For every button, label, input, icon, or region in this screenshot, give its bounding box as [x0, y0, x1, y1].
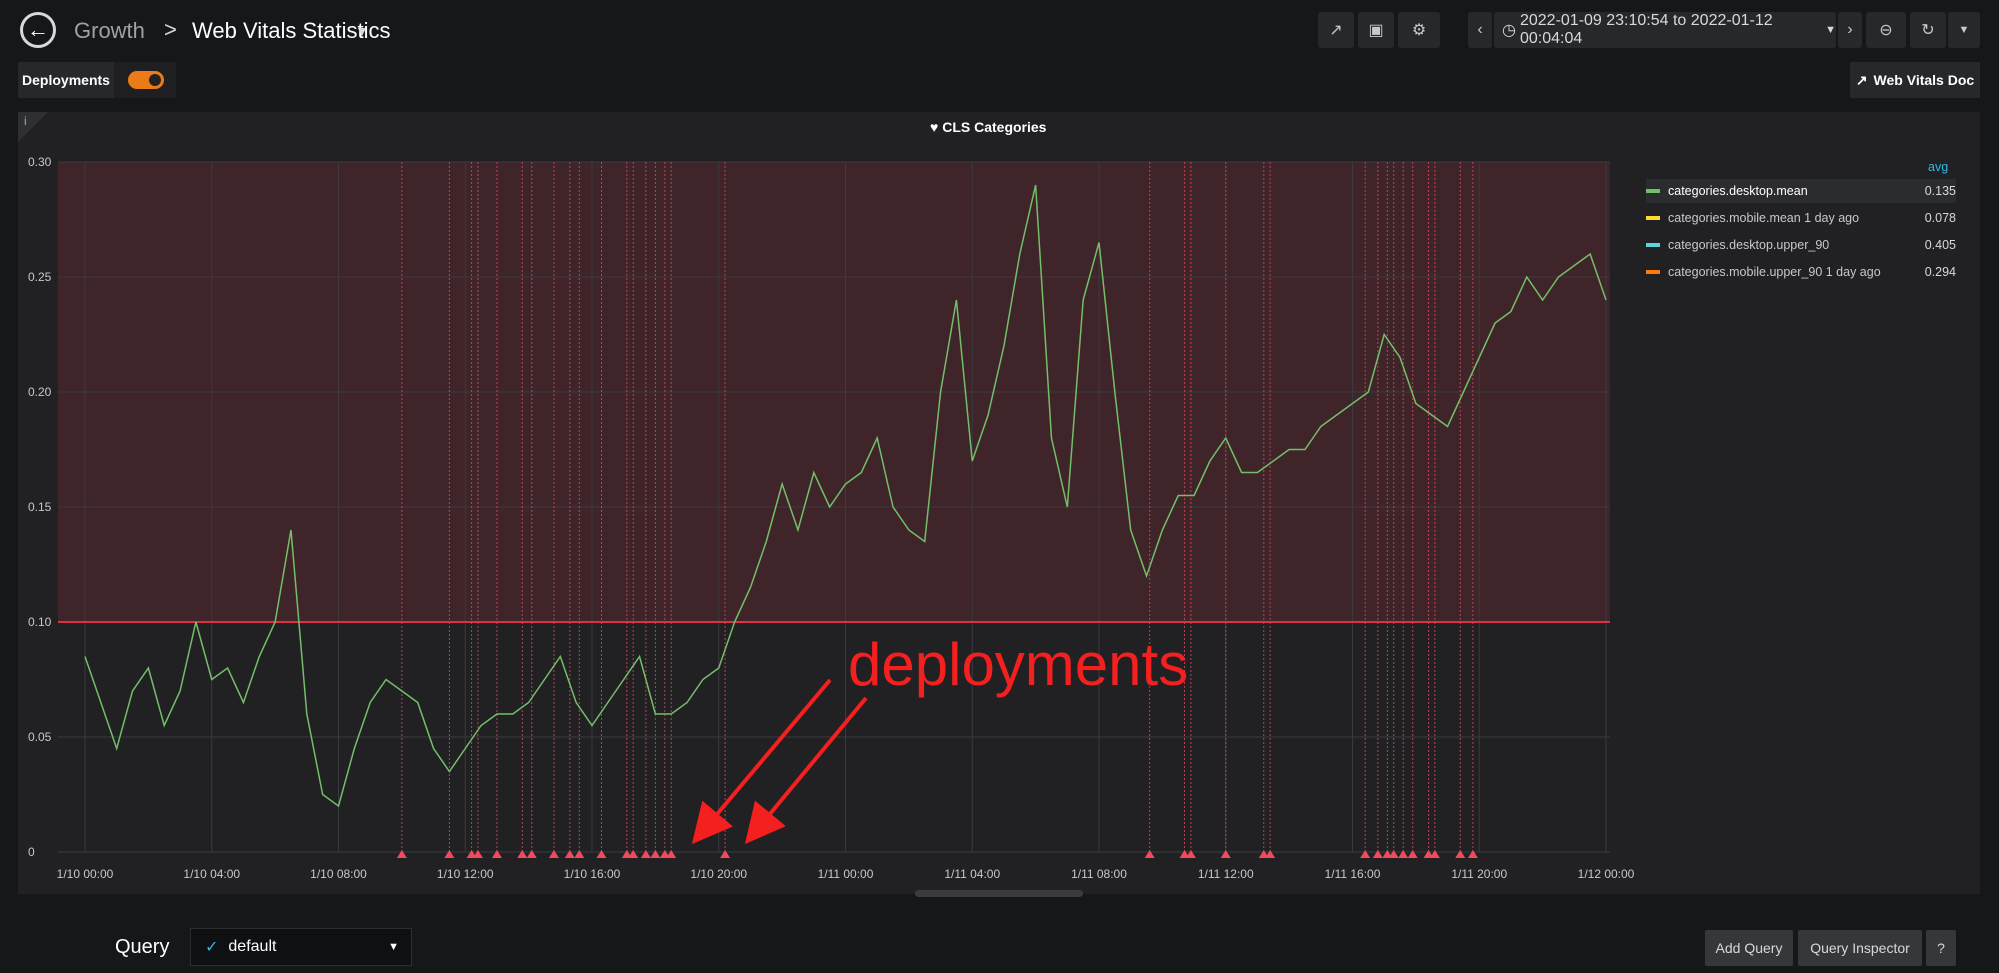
query-inspector-button[interactable]: Query Inspector — [1798, 930, 1922, 966]
deployment-marker[interactable] — [1372, 850, 1383, 858]
x-tick-label: 1/11 16:00 — [1325, 867, 1381, 881]
legend-series-name: categories.mobile.upper_90 1 day ago — [1668, 265, 1881, 279]
deployment-marker[interactable] — [1429, 850, 1440, 858]
y-tick-label: 0.25 — [28, 270, 52, 284]
legend-swatch — [1646, 216, 1660, 220]
chevron-down-icon: ▼ — [388, 941, 399, 953]
deployments-annotation: deployments — [848, 631, 1189, 698]
deployment-marker[interactable] — [491, 850, 502, 858]
deployment-marker[interactable] — [564, 850, 575, 858]
legend-swatch — [1646, 243, 1660, 247]
legend-series-avg: 0.294 — [1924, 265, 1956, 279]
x-tick-label: 1/11 12:00 — [1198, 867, 1254, 881]
legend-item[interactable]: categories.mobile.upper_90 1 day ago 0.29… — [1646, 260, 1956, 284]
deployment-marker[interactable] — [1407, 850, 1418, 858]
cls-chart[interactable]: 0 0.05 0.10 0.15 0.20 0.25 0.30 1/10 00:00 1/10 … — [0, 0, 1999, 973]
add-query-button[interactable]: Add Query — [1705, 930, 1793, 966]
deployment-marker[interactable] — [472, 850, 483, 858]
deployment-marker[interactable] — [517, 850, 528, 858]
query-label: Query — [115, 936, 170, 958]
deployment-marker[interactable] — [640, 850, 651, 858]
datasource-value: default — [228, 938, 277, 955]
legend-series-avg: 0.405 — [1924, 238, 1956, 252]
deployment-marker[interactable] — [1455, 850, 1466, 858]
deployment-marker[interactable] — [1467, 850, 1478, 858]
deployment-marker[interactable] — [1144, 850, 1155, 858]
x-tick-label: 1/11 04:00 — [944, 867, 1000, 881]
deployment-marker[interactable] — [628, 850, 639, 858]
x-tick-label: 1/10 20:00 — [690, 867, 747, 881]
annotation-arrow — [691, 678, 832, 845]
x-tick-label: 1/10 00:00 — [57, 867, 114, 881]
horizontal-scrollbar[interactable] — [915, 890, 1083, 897]
x-tick-label: 1/11 08:00 — [1071, 867, 1127, 881]
y-tick-label: 0.30 — [28, 155, 52, 169]
legend-item[interactable]: categories.desktop.mean 0.135 — [1646, 179, 1956, 203]
help-button[interactable]: ? — [1926, 930, 1956, 966]
legend-swatch — [1646, 189, 1660, 193]
legend-series-name: categories.mobile.mean 1 day ago — [1668, 211, 1860, 225]
x-tick-label: 1/11 00:00 — [818, 867, 874, 881]
legend-series-name: categories.desktop.upper_90 — [1668, 238, 1830, 252]
x-tick-label: 1/10 12:00 — [437, 867, 494, 881]
deployment-marker[interactable] — [1360, 850, 1371, 858]
deployment-marker[interactable] — [526, 850, 537, 858]
datasource-icon: ✓ — [205, 939, 219, 956]
deployment-marker[interactable] — [1398, 850, 1409, 858]
legend-series-avg: 0.078 — [1924, 211, 1956, 225]
deployment-marker[interactable] — [596, 850, 607, 858]
y-tick-label: 0 — [28, 845, 35, 859]
deployment-marker[interactable] — [720, 850, 731, 858]
deployment-marker[interactable] — [548, 850, 559, 858]
legend-item[interactable]: categories.mobile.mean 1 day ago 0.078 — [1646, 206, 1956, 230]
x-tick-label: 1/12 00:00 — [1578, 867, 1635, 881]
deployment-marker[interactable] — [574, 850, 585, 858]
y-tick-label: 0.15 — [28, 500, 52, 514]
y-tick-label: 0.10 — [28, 615, 52, 629]
x-tick-label: 1/10 16:00 — [564, 867, 621, 881]
deployment-marker[interactable] — [650, 850, 661, 858]
legend-avg-header[interactable]: avg — [1928, 160, 1948, 174]
annotation-arrow — [744, 696, 868, 845]
deployment-marker[interactable] — [666, 850, 677, 858]
x-tick-label: 1/10 08:00 — [310, 867, 367, 881]
legend-swatch — [1646, 270, 1660, 274]
deployment-marker[interactable] — [396, 850, 407, 858]
deployment-marker[interactable] — [1185, 850, 1196, 858]
x-tick-label: 1/11 20:00 — [1451, 867, 1507, 881]
legend-series-avg: 0.135 — [1924, 184, 1956, 198]
x-tick-label: 1/10 04:00 — [183, 867, 240, 881]
datasource-select[interactable]: ✓ default ▼ — [190, 928, 412, 966]
deployment-marker[interactable] — [1388, 850, 1399, 858]
y-tick-label: 0.20 — [28, 385, 52, 399]
deployment-marker[interactable] — [1220, 850, 1231, 858]
legend-series-name: categories.desktop.mean — [1668, 184, 1808, 198]
deployment-marker[interactable] — [1265, 850, 1276, 858]
legend-item[interactable]: categories.desktop.upper_90 0.405 — [1646, 233, 1956, 257]
y-tick-label: 0.05 — [28, 730, 52, 744]
deployment-marker[interactable] — [444, 850, 455, 858]
